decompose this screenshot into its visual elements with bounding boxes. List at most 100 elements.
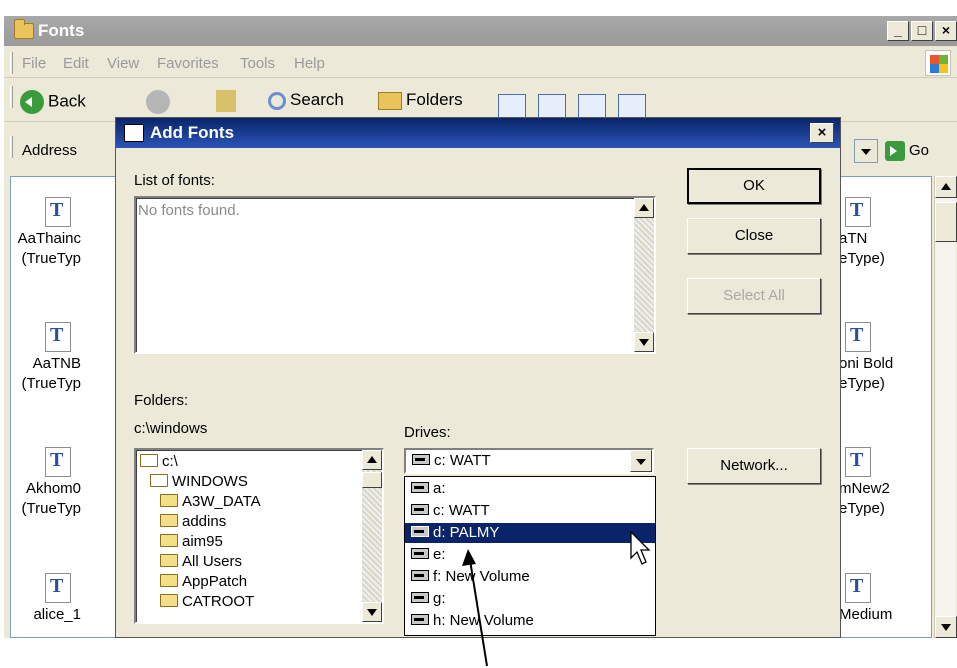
dialog-title-bar[interactable]: Add Fonts ×: [116, 118, 840, 148]
folder-item[interactable]: AppPatch: [160, 572, 247, 592]
drive-option-label: f: New Volume: [433, 568, 530, 585]
drive-option[interactable]: a:: [405, 479, 655, 499]
selected-drive: c: WATT: [412, 452, 491, 469]
truetype-font-icon: [845, 322, 871, 352]
drive-option[interactable]: g:: [405, 589, 655, 609]
drives-combobox[interactable]: c: WATT: [404, 448, 654, 474]
select-all-button[interactable]: Select All: [687, 278, 821, 314]
font-file-name: aTN: [839, 230, 868, 247]
hard-drive-icon: [411, 504, 429, 515]
toolbar-grip[interactable]: [10, 86, 13, 108]
drive-option[interactable]: h: New Volume: [405, 611, 655, 631]
search-label: Search: [290, 90, 344, 109]
font-file-item[interactable]: AaTNB (TrueTyp: [4, 322, 81, 394]
font-file-type: eType): [839, 250, 885, 267]
address-label: Address: [22, 142, 78, 159]
scroll-up-button[interactable]: [935, 176, 957, 198]
font-file-item[interactable]: Akhom0 (TrueTyp: [4, 447, 81, 519]
truetype-font-icon: [845, 447, 871, 477]
scroll-up-button[interactable]: [362, 450, 382, 470]
drive-option-highlighted[interactable]: d: PALMY: [405, 523, 655, 543]
menu-view[interactable]: View: [107, 55, 139, 72]
truetype-font-icon: [845, 197, 871, 227]
drives-dropdown-list[interactable]: a: c: WATT d: PALMY e: f: New Volume g: …: [404, 476, 656, 636]
file-list-scrollbar[interactable]: [934, 176, 957, 638]
font-file-item[interactable]: oni Bold eType): [839, 322, 949, 394]
window-title-bar[interactable]: Fonts _ □ ×: [4, 16, 957, 46]
folder-item[interactable]: aim95: [160, 532, 223, 552]
drive-option[interactable]: c: WATT: [405, 501, 655, 521]
back-arrow-icon: [20, 90, 44, 114]
folders-button[interactable]: Folders: [378, 90, 463, 110]
no-fonts-message: No fonts found.: [138, 202, 240, 219]
folder-item[interactable]: A3W_DATA: [160, 492, 261, 512]
maximize-button[interactable]: □: [911, 21, 933, 41]
scroll-thumb[interactable]: [935, 202, 957, 242]
font-file-item[interactable]: AaThainc (TrueTyp: [4, 197, 81, 269]
forward-button[interactable]: [146, 90, 170, 114]
folder-icon: [160, 594, 178, 607]
font-file-name: oni Bold: [839, 355, 894, 372]
font-file-type: (TrueTyp: [21, 250, 81, 267]
font-file-item[interactable]: mNew2 eType): [839, 447, 949, 519]
selected-drive-label: c: WATT: [434, 452, 491, 469]
fonts-list-scrollbar[interactable]: [634, 198, 654, 352]
menu-file[interactable]: File: [22, 55, 46, 72]
fonts-listbox[interactable]: No fonts found.: [134, 196, 656, 354]
ok-button[interactable]: OK: [687, 168, 821, 204]
scroll-down-button[interactable]: [935, 616, 957, 638]
scroll-up-button[interactable]: [634, 198, 654, 218]
add-fonts-dialog: Add Fonts × List of fonts: No fonts foun…: [115, 117, 841, 638]
scroll-thumb[interactable]: [362, 472, 382, 488]
truetype-font-icon: [45, 573, 71, 603]
back-button[interactable]: Back: [20, 90, 86, 114]
go-arrow-icon[interactable]: [885, 141, 905, 161]
font-file-item[interactable]: alice_1: [4, 573, 81, 625]
menu-edit[interactable]: Edit: [63, 55, 89, 72]
view-list-icon[interactable]: [538, 94, 566, 118]
menu-favorites[interactable]: Favorites: [157, 55, 219, 72]
back-label: Back: [48, 91, 86, 111]
folder-item[interactable]: CATROOT: [160, 592, 254, 612]
up-folder-icon: [216, 90, 236, 112]
folder-item[interactable]: c:\: [140, 452, 178, 472]
folder-tree-listbox[interactable]: c:\ WINDOWS A3W_DATA addins aim95 All Us…: [134, 448, 384, 624]
cd-drive-icon: [411, 592, 429, 603]
view-similar-fonts-icon[interactable]: [578, 94, 606, 118]
drive-option[interactable]: e:: [405, 545, 655, 565]
folder-name: CATROOT: [182, 593, 255, 610]
menu-help[interactable]: Help: [294, 55, 325, 72]
menu-tools[interactable]: Tools: [240, 55, 275, 72]
dialog-close-button[interactable]: ×: [810, 123, 834, 143]
dialog-title: Add Fonts: [150, 123, 235, 142]
screenshot-stage: Fonts _ □ × File Edit View Favorites Too…: [0, 0, 957, 668]
view-details-icon[interactable]: [618, 94, 646, 118]
scroll-down-button[interactable]: [634, 332, 654, 352]
open-folder-icon: [140, 454, 158, 467]
address-dropdown-button[interactable]: [854, 139, 878, 163]
folder-item[interactable]: WINDOWS: [150, 472, 248, 492]
folder-icon: [160, 574, 178, 587]
minimize-button[interactable]: _: [887, 21, 909, 41]
font-file-type: (TrueTyp: [21, 500, 81, 517]
folder-item[interactable]: All Users: [160, 552, 242, 572]
drives-dropdown-button[interactable]: [630, 450, 652, 472]
font-file-type: eType): [839, 375, 885, 392]
hard-drive-icon: [411, 526, 429, 537]
close-button[interactable]: Close: [687, 218, 821, 254]
view-large-icons-icon[interactable]: [498, 94, 526, 118]
scroll-down-button[interactable]: [362, 602, 382, 622]
font-file-name: AaTNB: [32, 355, 81, 372]
toolbar-grip[interactable]: [10, 52, 13, 74]
folder-item[interactable]: addins: [160, 512, 226, 532]
go-label[interactable]: Go: [909, 142, 929, 159]
drive-option[interactable]: f: New Volume: [405, 567, 655, 587]
window-close-button[interactable]: ×: [935, 21, 957, 41]
search-button[interactable]: Search: [268, 90, 344, 110]
font-file-item[interactable]: Medium: [839, 573, 949, 625]
network-button[interactable]: Network...: [687, 448, 821, 484]
font-file-item[interactable]: aTN eType): [839, 197, 949, 269]
toolbar-grip[interactable]: [10, 136, 13, 158]
folder-tree-scrollbar[interactable]: [362, 450, 382, 622]
up-folder-button[interactable]: [216, 90, 236, 112]
